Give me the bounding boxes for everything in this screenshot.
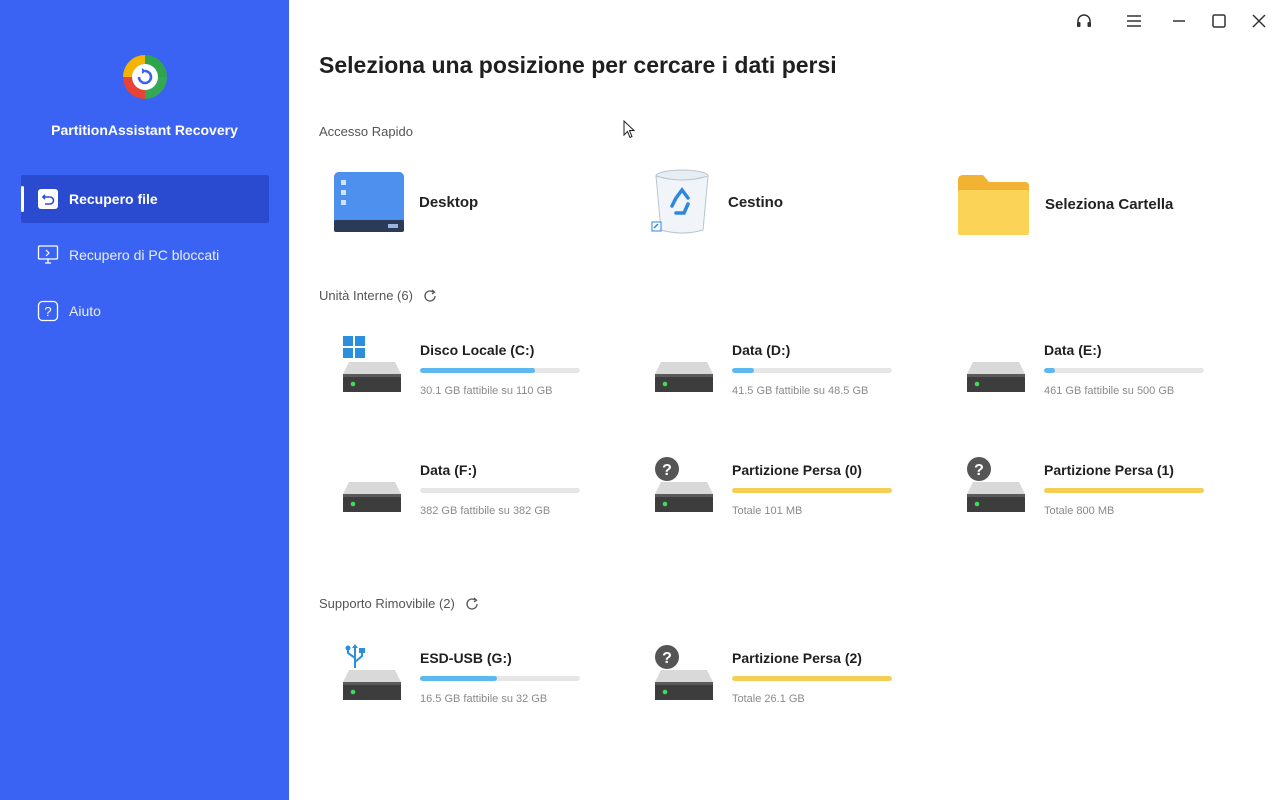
drive-usage-bar xyxy=(1044,488,1204,493)
sidebar-item-label: Recupero file xyxy=(69,191,158,207)
app-logo-icon xyxy=(123,55,167,99)
drive-name: Data (D:) xyxy=(732,342,791,358)
drive-usage-fill xyxy=(1044,488,1204,493)
menu-icon[interactable] xyxy=(1123,10,1145,32)
drive-usage-bar xyxy=(732,368,892,373)
drive-size-text: 461 GB fattibile su 500 GB xyxy=(1044,385,1175,397)
drive-usage-fill xyxy=(1044,368,1056,373)
drive-card[interactable]: Data (E:) 461 GB fattibile su 500 GB xyxy=(945,342,1225,432)
svg-text:?: ? xyxy=(662,650,672,667)
drive-card[interactable]: Disco Locale (C:) 30.1 GB fattibile su 11… xyxy=(321,336,601,432)
drive-size-text: 382 GB fattibile su 382 GB xyxy=(420,505,551,517)
sidebar-item-recupero-pc-bloccati[interactable]: Recupero di PC bloccati xyxy=(21,231,269,279)
lost-partition-drive-icon: ? xyxy=(655,456,715,526)
maximize-icon[interactable] xyxy=(1208,10,1230,32)
drive-usage-bar xyxy=(1044,368,1204,373)
drive-size-text: 16.5 GB fattibile su 32 GB xyxy=(420,693,548,705)
sidebar-item-recupero-file[interactable]: Recupero file xyxy=(21,175,269,223)
hard-drive-icon xyxy=(655,336,715,406)
hard-drive-icon xyxy=(343,456,403,526)
drive-card[interactable]: ESD-USB (G:) 16.5 GB fattibile su 32 GB xyxy=(321,644,601,740)
drive-card[interactable]: ? Partizione Persa (1) Totale 800 MB xyxy=(945,457,1225,552)
quick-access-select-folder[interactable]: Seleziona Cartella xyxy=(957,172,1173,236)
refresh-icon[interactable] xyxy=(465,597,479,611)
drive-usage-fill xyxy=(420,676,497,681)
svg-text:?: ? xyxy=(974,462,984,479)
mouse-cursor-icon xyxy=(623,120,635,139)
drive-name: Data (E:) xyxy=(1044,342,1102,358)
section-title: Accesso Rapido xyxy=(319,124,413,139)
folder-icon xyxy=(958,175,1029,235)
drive-usage-bar xyxy=(420,368,580,373)
drive-name: Partizione Persa (0) xyxy=(732,462,862,478)
drive-usage-bar xyxy=(732,488,892,493)
drive-size-text: Totale 800 MB xyxy=(1044,505,1115,517)
system-drive-icon xyxy=(343,336,403,406)
drive-name: Partizione Persa (2) xyxy=(732,650,862,666)
drive-card[interactable]: Data (D:) 41.5 GB fattibile su 48.5 GB xyxy=(633,342,913,432)
sidebar-item-label: Aiuto xyxy=(69,303,101,319)
drive-card[interactable]: Data (F:) 382 GB fattibile su 382 GB xyxy=(321,462,601,552)
drive-size-text: 30.1 GB fattibile su 110 GB xyxy=(420,385,553,397)
refresh-icon[interactable] xyxy=(423,289,437,303)
headset-icon[interactable] xyxy=(1073,10,1095,32)
drive-usage-fill xyxy=(732,488,892,493)
drive-name: Partizione Persa (1) xyxy=(1044,462,1174,478)
drive-usage-bar xyxy=(732,676,892,681)
quick-access-label-text: Desktop xyxy=(419,193,479,211)
file-restore-icon xyxy=(37,188,59,210)
quick-access-label-text: Seleziona Cartella xyxy=(1045,195,1174,213)
drive-usage-bar xyxy=(420,488,580,493)
svg-text:?: ? xyxy=(44,304,51,319)
removable-drives-label: Supporto Rimovibile (2) xyxy=(319,596,479,611)
desktop-icon xyxy=(334,172,404,232)
monitor-icon xyxy=(37,244,59,266)
app-name: PartitionAssistant Recovery xyxy=(51,122,238,138)
quick-access-label-text: Cestino xyxy=(728,193,784,211)
drive-name: ESD-USB (G:) xyxy=(420,650,512,666)
drive-usage-bar xyxy=(420,676,580,681)
drive-usage-fill xyxy=(420,368,536,373)
svg-text:?: ? xyxy=(662,462,672,479)
drive-size-text: 41.5 GB fattibile su 48.5 GB xyxy=(732,385,869,397)
sidebar: PartitionAssistant Recovery Recupero fil… xyxy=(0,0,289,800)
drive-usage-fill xyxy=(732,368,755,373)
section-title: Unità Interne (6) xyxy=(319,288,413,303)
drive-card[interactable]: ? Partizione Persa (2) Totale 26.1 GB xyxy=(633,645,913,740)
drive-size-text: Totale 26.1 GB xyxy=(732,693,805,705)
quick-access-desktop[interactable]: Desktop xyxy=(333,170,478,234)
drive-name: Data (F:) xyxy=(420,462,477,478)
help-icon: ? xyxy=(37,300,59,322)
hard-drive-icon xyxy=(967,336,1027,406)
recycle-bin-icon xyxy=(651,169,709,234)
quick-access-label: Accesso Rapido xyxy=(319,124,413,139)
usb-drive-icon xyxy=(343,644,403,714)
page-title: Seleziona una posizione per cercare i da… xyxy=(319,52,837,78)
lost-partition-drive-icon: ? xyxy=(655,644,715,714)
drive-card[interactable]: ? Partizione Persa (0) Totale 101 MB xyxy=(633,457,913,552)
sidebar-item-label: Recupero di PC bloccati xyxy=(69,247,220,263)
sidebar-item-aiuto[interactable]: ? Aiuto xyxy=(21,287,269,335)
quick-access-recycle-bin[interactable]: Cestino xyxy=(650,168,783,236)
internal-drives-label: Unità Interne (6) xyxy=(319,288,437,303)
drive-name: Disco Locale (C:) xyxy=(420,342,535,358)
minimize-icon[interactable] xyxy=(1168,10,1190,32)
section-title: Supporto Rimovibile (2) xyxy=(319,596,455,611)
drive-size-text: Totale 101 MB xyxy=(732,505,803,517)
drive-usage-fill xyxy=(732,676,892,681)
lost-partition-drive-icon: ? xyxy=(967,456,1027,526)
close-icon[interactable] xyxy=(1248,10,1270,32)
